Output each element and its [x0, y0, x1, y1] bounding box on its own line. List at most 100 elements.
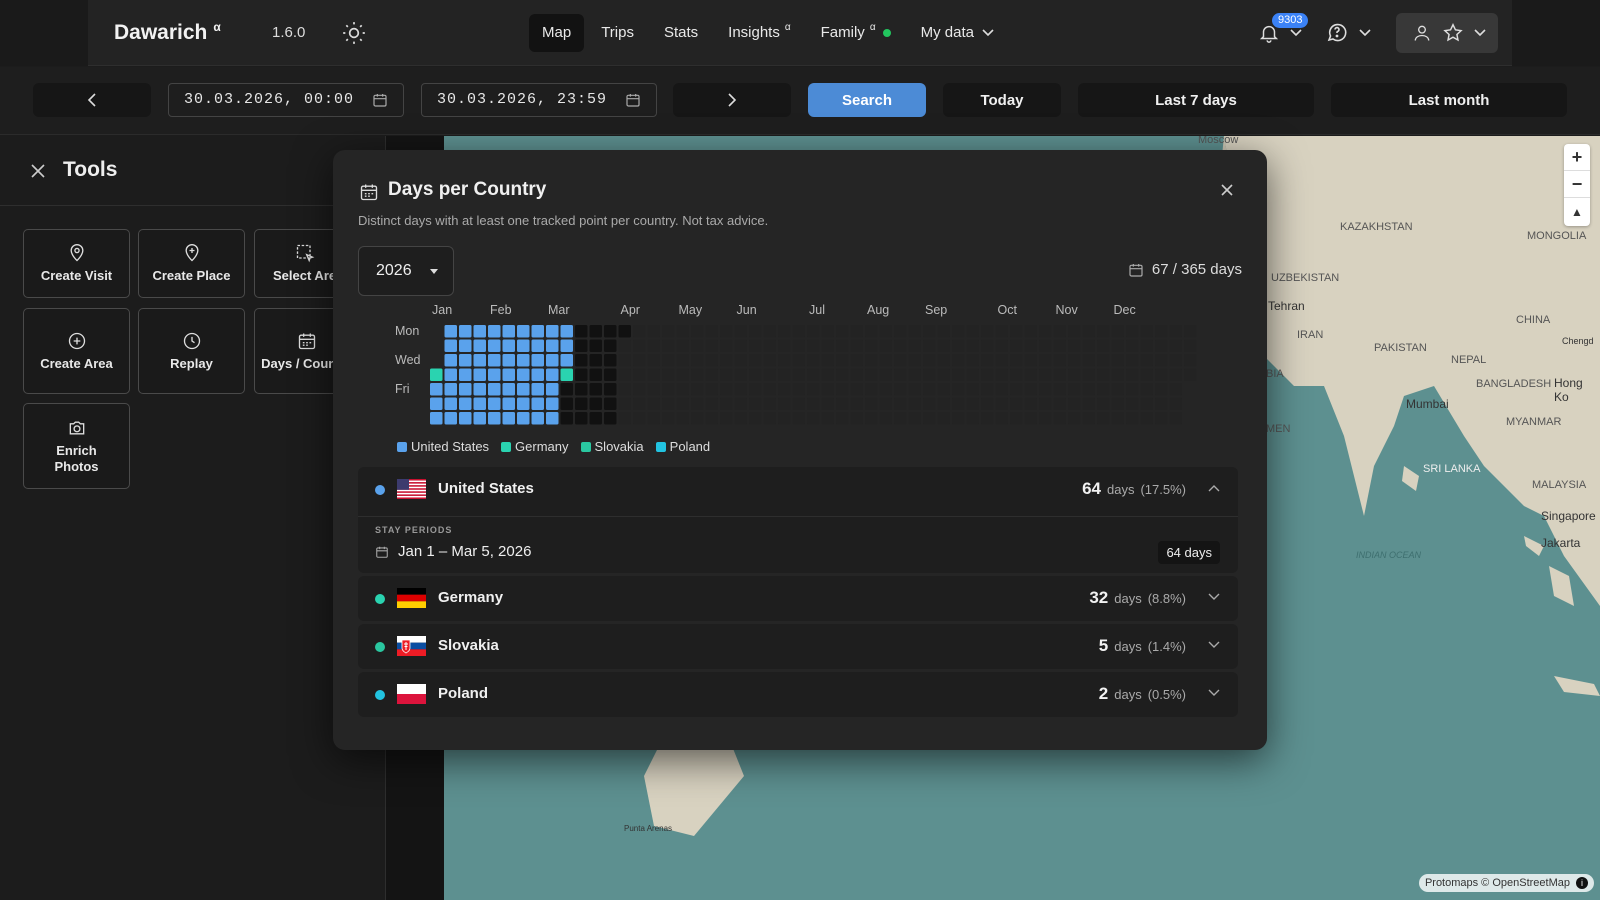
heatmap-day-cell[interactable] — [618, 383, 632, 396]
heatmap-day-cell[interactable] — [473, 397, 487, 411]
heatmap-day-cell[interactable] — [850, 383, 864, 396]
heatmap-day-cell[interactable] — [894, 368, 907, 382]
heatmap-day-cell[interactable] — [705, 354, 719, 367]
heatmap-day-cell[interactable] — [444, 412, 458, 425]
heatmap-day-cell[interactable] — [488, 325, 501, 338]
heatmap-day-cell[interactable] — [575, 383, 588, 396]
heatmap-day-cell[interactable] — [1126, 368, 1139, 382]
heatmap-day-cell[interactable] — [937, 412, 951, 425]
heatmap-day-cell[interactable] — [618, 368, 632, 382]
heatmap-day-cell[interactable] — [836, 354, 849, 367]
heatmap-day-cell[interactable] — [1010, 325, 1023, 338]
heatmap-day-cell[interactable] — [1039, 383, 1052, 396]
heatmap-day-cell[interactable] — [604, 339, 617, 353]
heatmap-day-cell[interactable] — [836, 368, 849, 382]
heatmap-day-cell[interactable] — [560, 368, 574, 382]
heatmap-day-cell[interactable] — [531, 339, 545, 353]
heatmap-day-cell[interactable] — [517, 397, 530, 411]
heatmap-day-cell[interactable] — [1010, 383, 1023, 396]
heatmap-day-cell[interactable] — [966, 383, 980, 396]
heatmap-day-cell[interactable] — [618, 325, 632, 338]
heatmap-day-cell[interactable] — [879, 354, 893, 367]
heatmap-day-cell[interactable] — [633, 397, 646, 411]
heatmap-day-cell[interactable] — [1155, 368, 1168, 382]
heatmap-day-cell[interactable] — [560, 412, 574, 425]
heatmap-day-cell[interactable] — [923, 325, 936, 338]
heatmap-day-cell[interactable] — [908, 383, 922, 396]
heatmap-day-cell[interactable] — [502, 412, 516, 425]
heatmap-day-cell[interactable] — [618, 339, 632, 353]
heatmap-day-cell[interactable] — [560, 354, 574, 367]
heatmap-day-cell[interactable] — [836, 325, 849, 338]
heatmap-day-cell[interactable] — [676, 383, 690, 396]
heatmap-day-cell[interactable] — [662, 325, 675, 338]
search-button[interactable]: Search — [808, 83, 926, 117]
heatmap-day-cell[interactable] — [894, 383, 907, 396]
heatmap-day-cell[interactable] — [502, 397, 516, 411]
heatmap-day-cell[interactable] — [995, 397, 1009, 411]
heatmap-day-cell[interactable] — [647, 368, 661, 382]
heatmap-day-cell[interactable] — [502, 325, 516, 338]
notifications-button[interactable]: 9303 — [1258, 13, 1309, 48]
heatmap-day-cell[interactable] — [1068, 397, 1081, 411]
heatmap-day-cell[interactable] — [807, 383, 820, 396]
heatmap-day-cell[interactable] — [937, 368, 951, 382]
heatmap-day-cell[interactable] — [618, 354, 632, 367]
start-date-input[interactable]: 30.03.2026, 00:00 — [168, 83, 404, 117]
heatmap-day-cell[interactable] — [705, 412, 719, 425]
create-place-button[interactable]: Create Place — [138, 229, 245, 298]
heatmap-day-cell[interactable] — [444, 397, 458, 411]
heatmap-day-cell[interactable] — [502, 368, 516, 382]
heatmap-day-cell[interactable] — [531, 412, 545, 425]
heatmap-day-cell[interactable] — [1097, 339, 1110, 353]
heatmap-day-cell[interactable] — [850, 325, 864, 338]
help-menu-button[interactable] — [1325, 20, 1375, 46]
heatmap-day-cell[interactable] — [1169, 412, 1183, 425]
heatmap-day-cell[interactable] — [1140, 383, 1154, 396]
heatmap-day-cell[interactable] — [488, 339, 501, 353]
heatmap-day-cell[interactable] — [923, 368, 936, 382]
heatmap-day-cell[interactable] — [923, 354, 936, 367]
heatmap-day-cell[interactable] — [589, 397, 603, 411]
heatmap-day-cell[interactable] — [908, 325, 922, 338]
heatmap-day-cell[interactable] — [778, 354, 791, 367]
heatmap-day-cell[interactable] — [865, 412, 878, 425]
heatmap-day-cell[interactable] — [1010, 354, 1023, 367]
heatmap-day-cell[interactable] — [676, 325, 690, 338]
heatmap-day-cell[interactable] — [705, 397, 719, 411]
heatmap-day-cell[interactable] — [952, 368, 965, 382]
heatmap-day-cell[interactable] — [1024, 354, 1038, 367]
end-date-input[interactable]: 30.03.2026, 23:59 — [421, 83, 657, 117]
heatmap-day-cell[interactable] — [459, 412, 472, 425]
heatmap-day-cell[interactable] — [444, 339, 458, 353]
heatmap-day-cell[interactable] — [807, 354, 820, 367]
heatmap-day-cell[interactable] — [763, 339, 777, 353]
heatmap-day-cell[interactable] — [952, 412, 965, 425]
heatmap-day-cell[interactable] — [1140, 397, 1154, 411]
heatmap-day-cell[interactable] — [1097, 368, 1110, 382]
heatmap-day-cell[interactable] — [937, 354, 951, 367]
heatmap-day-cell[interactable] — [473, 354, 487, 367]
heatmap-day-cell[interactable] — [966, 412, 980, 425]
heatmap-day-cell[interactable] — [720, 368, 733, 382]
enrich-photos-button[interactable]: Enrich Photos — [23, 403, 130, 489]
heatmap-day-cell[interactable] — [589, 325, 603, 338]
heatmap-day-cell[interactable] — [1053, 397, 1067, 411]
user-menu-button[interactable] — [1396, 13, 1498, 53]
heatmap-day-cell[interactable] — [662, 397, 675, 411]
heatmap-day-cell[interactable] — [923, 383, 936, 396]
heatmap-day-cell[interactable] — [676, 339, 690, 353]
heatmap-day-cell[interactable] — [1169, 397, 1183, 411]
heatmap-day-cell[interactable] — [488, 368, 501, 382]
heatmap-day-cell[interactable] — [821, 354, 835, 367]
heatmap-day-cell[interactable] — [1024, 397, 1038, 411]
heatmap-day-cell[interactable] — [763, 397, 777, 411]
heatmap-day-cell[interactable] — [575, 368, 588, 382]
heatmap-day-cell[interactable] — [1169, 368, 1183, 382]
heatmap-day-cell[interactable] — [1140, 325, 1154, 338]
heatmap-day-cell[interactable] — [763, 354, 777, 367]
heatmap-day-cell[interactable] — [430, 368, 443, 382]
heatmap-day-cell[interactable] — [459, 368, 472, 382]
heatmap-day-cell[interactable] — [589, 339, 603, 353]
heatmap-day-cell[interactable] — [1024, 412, 1038, 425]
